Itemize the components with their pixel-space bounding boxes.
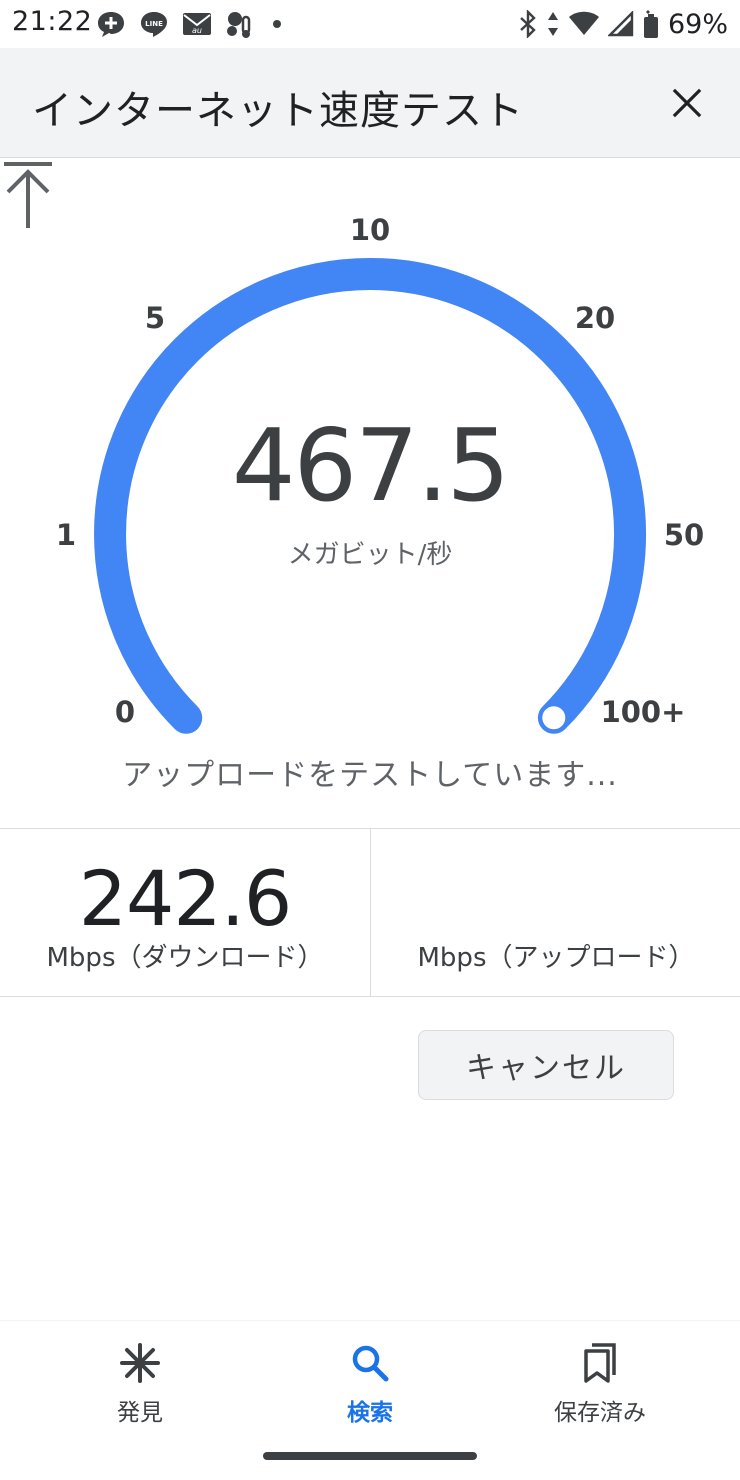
upload-result: Mbps（アップロード） — [370, 829, 740, 996]
download-label: Mbps（ダウンロード） — [46, 943, 324, 973]
tick-5: 5 — [144, 301, 166, 335]
app-bar: インターネット速度テスト — [0, 48, 740, 158]
gauge-needle-knob — [539, 703, 569, 733]
gesture-handle[interactable] — [263, 1452, 477, 1460]
status-bar: 21:22 LINE au 69% — [0, 0, 740, 48]
dot-icon — [273, 20, 281, 28]
nav-label-discover: 発見 — [117, 1400, 163, 1426]
status-time: 21:22 — [12, 6, 93, 37]
nav-item-discover[interactable]: 発見 — [40, 1341, 240, 1441]
bookmarks-icon — [584, 1343, 616, 1383]
nav-item-search[interactable]: 検索 — [270, 1341, 470, 1441]
bluetooth-icon — [520, 10, 536, 38]
weather-icon — [227, 12, 251, 38]
cancel-button[interactable]: キャンセル — [418, 1030, 674, 1100]
tick-0: 0 — [114, 695, 136, 729]
data-arrows-icon — [547, 12, 558, 36]
battery-percent: 69% — [667, 8, 728, 40]
battery-icon — [643, 10, 658, 38]
tick-20: 20 — [574, 301, 616, 335]
signal-icon — [607, 11, 634, 37]
system-icons: 69% — [518, 6, 728, 42]
notification-icons: LINE au — [96, 9, 286, 39]
svg-text:au: au — [192, 26, 202, 35]
nav-label-saved: 保存済み — [554, 1400, 646, 1426]
test-status-message: アップロードをテストしています... — [122, 758, 618, 793]
upload-arrow-icon — [4, 162, 52, 228]
message-plus-icon — [98, 12, 124, 37]
asterisk-icon — [120, 1343, 160, 1383]
tick-100: 100+ — [600, 695, 686, 729]
results-panel: 242.6 Mbps（ダウンロード） Mbps（アップロード） — [0, 828, 740, 997]
line-app-icon: LINE — [141, 12, 167, 37]
upload-label: Mbps（アップロード） — [417, 943, 695, 973]
svg-text:LINE: LINE — [145, 20, 163, 28]
current-speed-value: 467.5 — [231, 407, 510, 524]
download-value: 242.6 — [78, 854, 293, 943]
search-icon — [352, 1345, 389, 1382]
nav-item-saved[interactable]: 保存済み — [500, 1341, 700, 1441]
wifi-icon — [568, 11, 599, 35]
tick-10: 10 — [349, 213, 391, 247]
close-button[interactable] — [664, 80, 710, 126]
close-icon — [672, 88, 702, 118]
current-speed-unit: メガビット/秒 — [287, 540, 453, 570]
page-title: インターネット速度テスト — [32, 88, 524, 134]
speed-gauge: 0 1 5 10 20 50 100+ 467.5 メガビット/秒 アップロード… — [0, 158, 740, 818]
au-mail-icon: au — [183, 13, 211, 35]
nav-label-search: 検索 — [347, 1400, 393, 1426]
download-result: 242.6 Mbps（ダウンロード） — [0, 829, 370, 996]
